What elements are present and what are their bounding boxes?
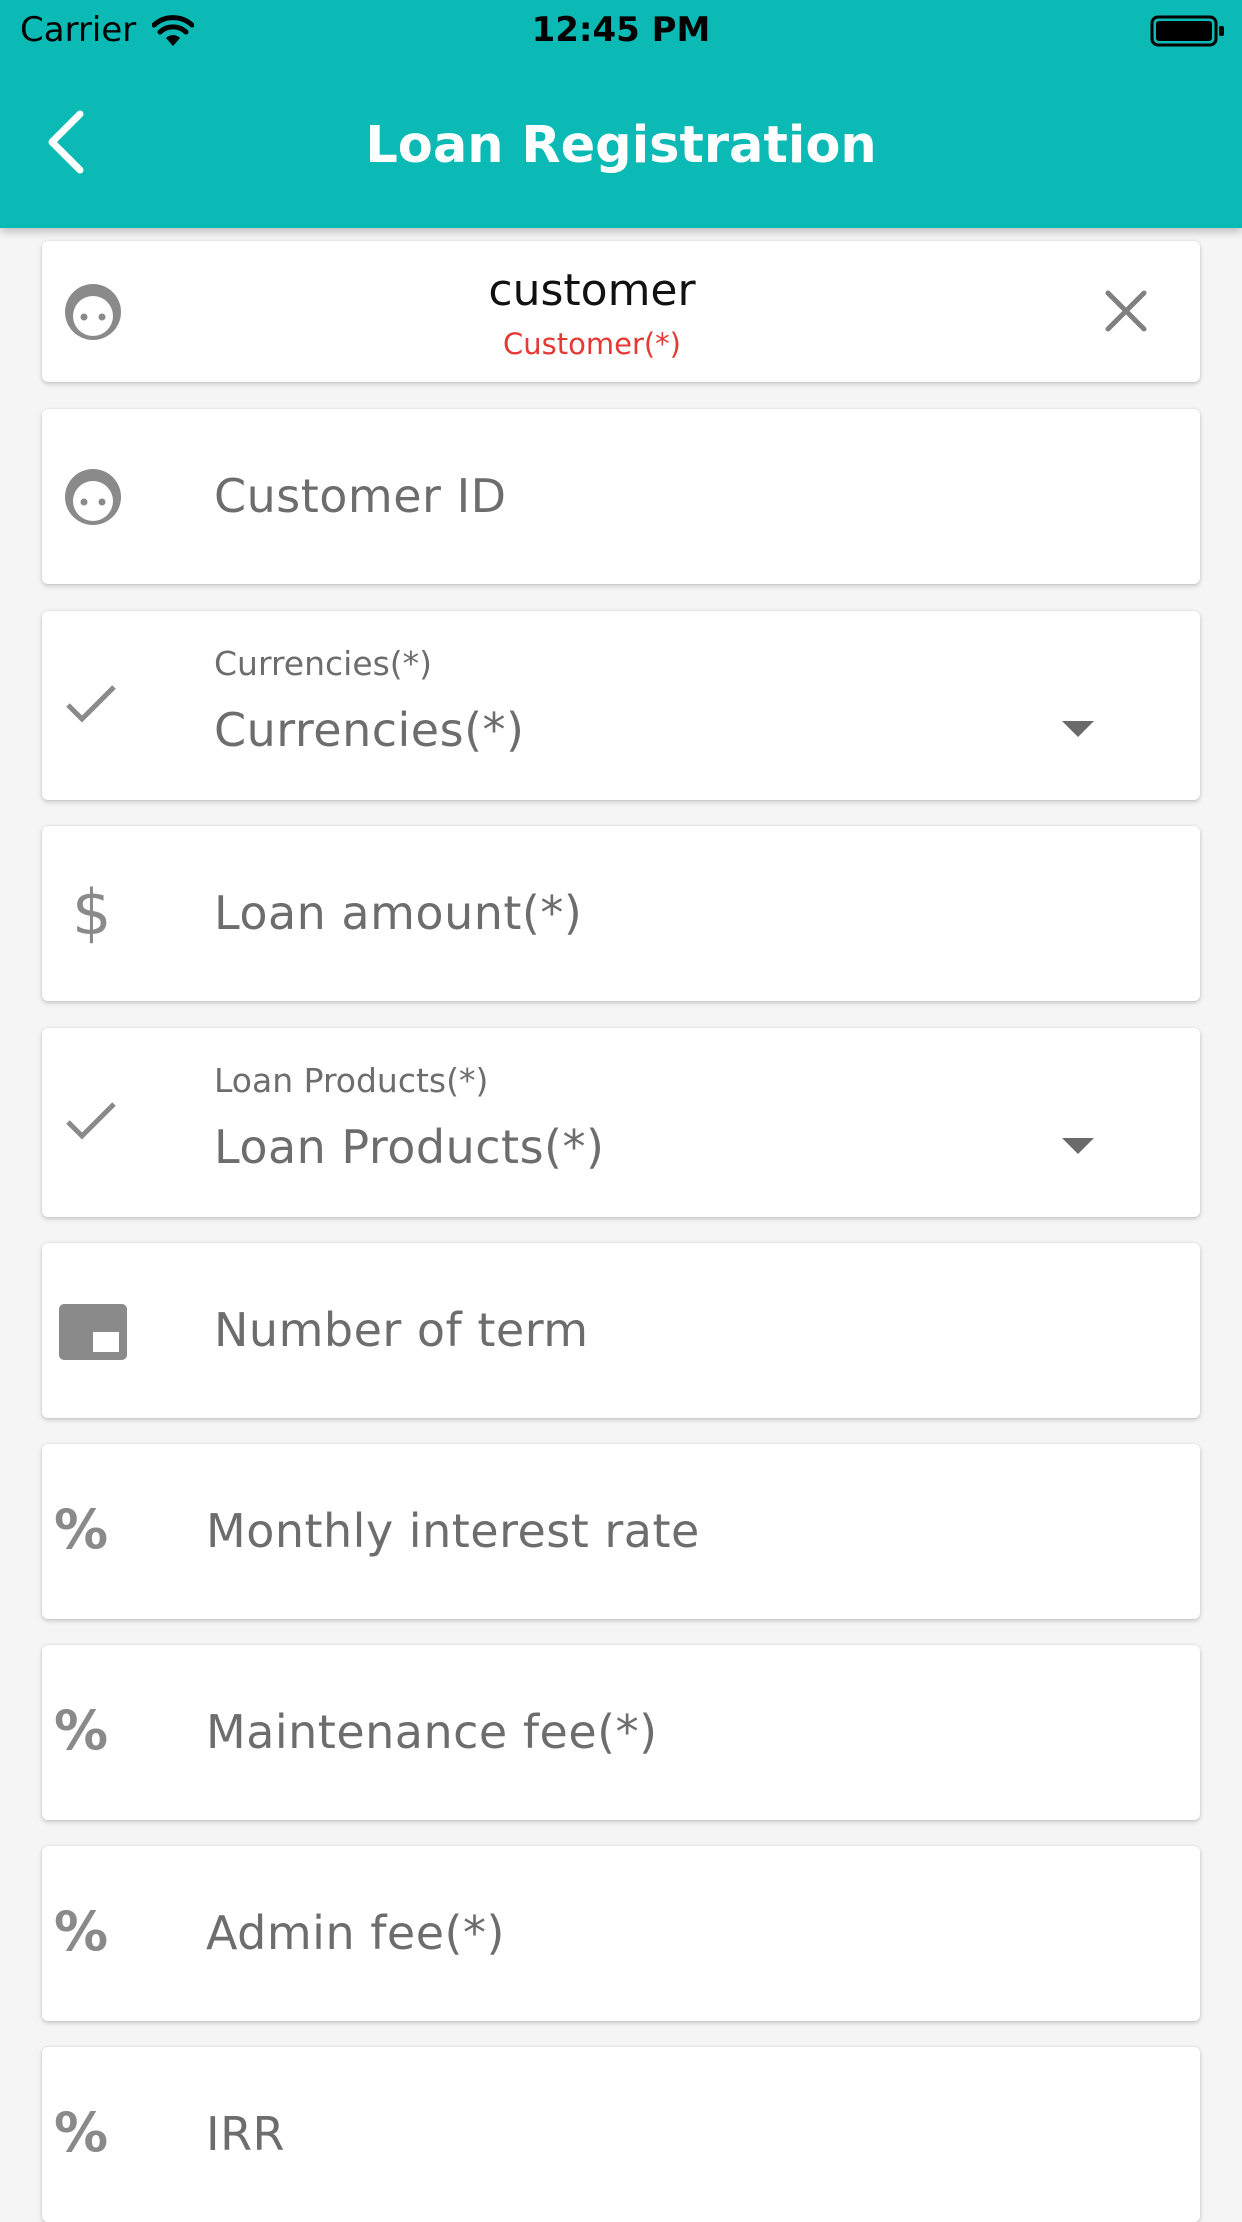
irr-field[interactable]: % IRR: [42, 2047, 1200, 2222]
maintenance-fee-input[interactable]: Maintenance fee(*): [206, 1705, 658, 1759]
customer-selector-card[interactable]: customer Customer(*): [42, 241, 1200, 382]
loan-products-dropdown[interactable]: Loan Products(*) Loan Products(*): [42, 1028, 1200, 1217]
chevron-down-icon[interactable]: [1062, 1138, 1094, 1154]
number-of-term-input[interactable]: Number of term: [214, 1303, 589, 1357]
irr-input[interactable]: IRR: [206, 2107, 285, 2161]
number-of-term-field[interactable]: Number of term: [42, 1243, 1200, 1418]
status-bar: Carrier 12:45 PM: [0, 0, 1242, 62]
currencies-label: Currencies(*): [214, 644, 433, 683]
currencies-dropdown[interactable]: Currencies(*) Currencies(*): [42, 611, 1200, 800]
maintenance-fee-field[interactable]: % Maintenance fee(*): [42, 1645, 1200, 1820]
admin-fee-input[interactable]: Admin fee(*): [206, 1906, 505, 1960]
chevron-down-icon[interactable]: [1062, 721, 1094, 737]
check-icon: [66, 685, 116, 723]
monthly-interest-rate-field[interactable]: % Monthly interest rate: [42, 1444, 1200, 1619]
customer-value: customer: [488, 265, 696, 316]
percent-icon: %: [54, 1900, 109, 1963]
check-icon: [66, 1102, 116, 1140]
customer-id-input[interactable]: Customer ID: [214, 469, 507, 523]
close-icon[interactable]: [1104, 289, 1148, 333]
loan-products-label: Loan Products(*): [214, 1061, 489, 1100]
monthly-interest-rate-input[interactable]: Monthly interest rate: [206, 1504, 700, 1558]
customer-id-field[interactable]: Customer ID: [42, 409, 1200, 584]
percent-icon: %: [54, 2101, 109, 2164]
loan-amount-field[interactable]: $ Loan amount(*): [42, 826, 1200, 1001]
face-icon: [65, 469, 121, 525]
admin-fee-field[interactable]: % Admin fee(*): [42, 1846, 1200, 2021]
percent-icon: %: [54, 1699, 109, 1762]
percent-icon: %: [54, 1498, 109, 1561]
battery-icon: [1150, 15, 1224, 47]
page-title: Loan Registration: [365, 116, 877, 175]
currencies-value: Currencies(*): [214, 703, 525, 757]
customer-error-label: Customer(*): [503, 327, 681, 361]
term-icon: [59, 1304, 127, 1360]
status-time: 12:45 PM: [531, 10, 711, 50]
loan-amount-input[interactable]: Loan amount(*): [214, 886, 582, 940]
dollar-icon: $: [72, 876, 112, 949]
app-bar: Loan Registration: [0, 62, 1242, 228]
loan-products-value: Loan Products(*): [214, 1120, 605, 1174]
